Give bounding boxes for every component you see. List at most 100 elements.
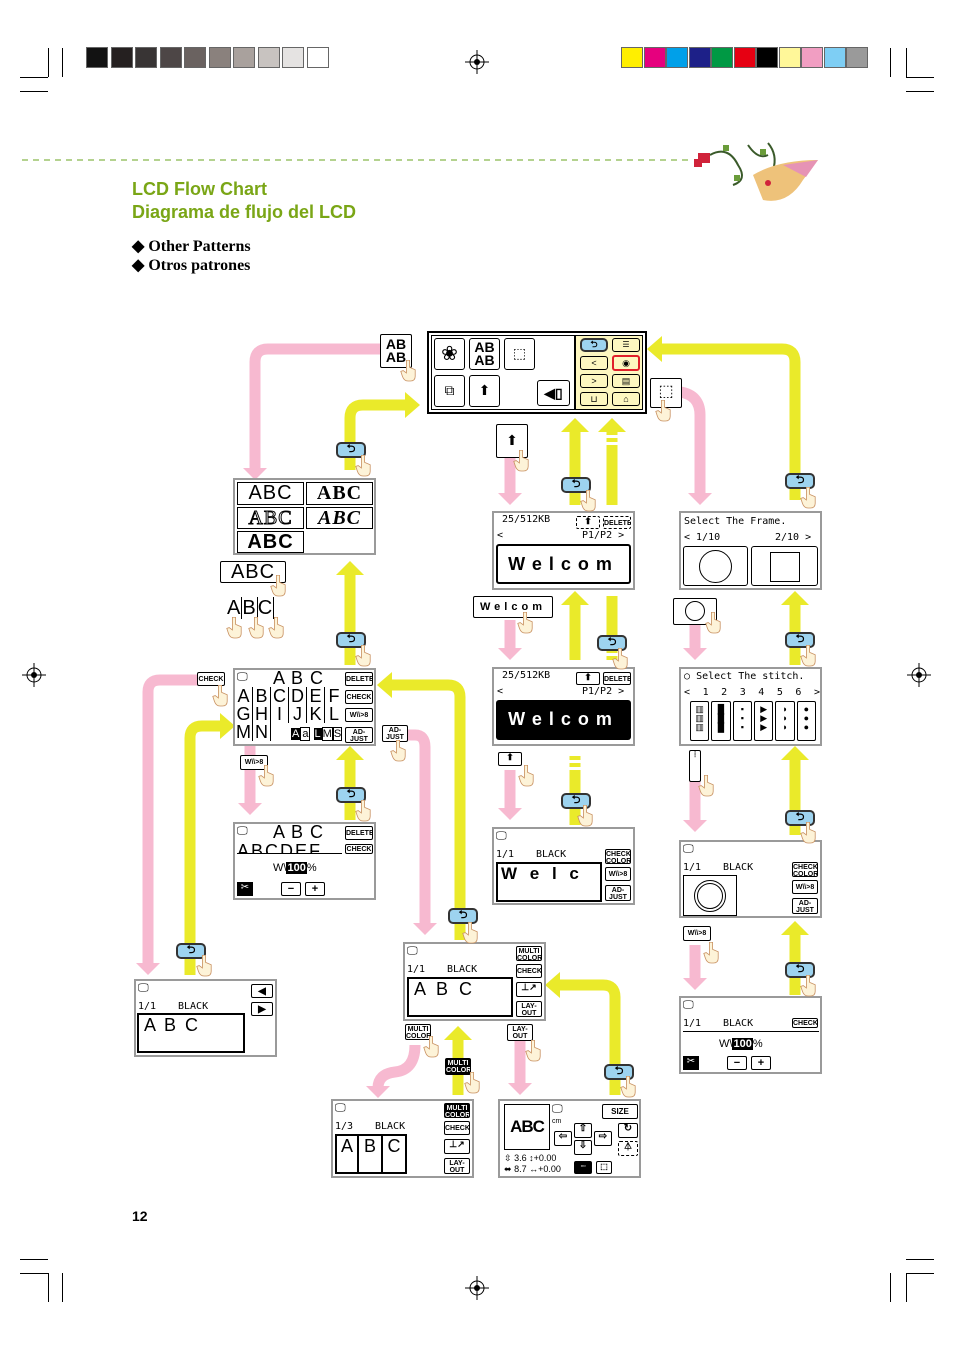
rotate-button[interactable]: ↻: [618, 1123, 638, 1138]
adjust-button[interactable]: AD-JUST: [605, 885, 631, 901]
font-option[interactable]: ABC: [237, 482, 304, 505]
previous-page[interactable]: <: [684, 687, 690, 698]
sewing-width-key[interactable]: W\\>8: [683, 926, 711, 941]
letter-key[interactable]: N: [253, 723, 271, 741]
size-layout-button[interactable]: SIZE: [602, 1104, 638, 1119]
document-icon[interactable]: ▤: [612, 374, 640, 388]
delete-button[interactable]: DELETE: [345, 826, 373, 840]
character-block[interactable]: C: [383, 1134, 407, 1174]
letter-key[interactable]: M: [235, 723, 253, 741]
adjust-button[interactable]: AD-JUST: [345, 727, 373, 743]
check-color-button[interactable]: CHECK COLOR: [605, 849, 631, 864]
letter-key[interactable]: C: [271, 687, 289, 705]
scissors-icon[interactable]: ✂: [683, 1056, 699, 1070]
letter-key[interactable]: B: [253, 687, 271, 705]
saved-pattern[interactable]: Welcom: [496, 544, 631, 584]
letter-key[interactable]: H: [253, 705, 271, 723]
sewing-width-button[interactable]: W\\>8: [792, 880, 818, 894]
next-page[interactable]: >: [814, 687, 820, 698]
lowercase-toggle[interactable]: a: [300, 727, 311, 741]
uppercase-toggle[interactable]: A: [291, 728, 301, 740]
layout-key[interactable]: LAY-OUT: [507, 1024, 533, 1041]
font-option[interactable]: ABC: [237, 507, 304, 529]
check-color-button[interactable]: CHECK COLOR: [792, 1018, 818, 1028]
trial-frame-toggle[interactable]: ▫▫: [574, 1161, 592, 1174]
move-up-button[interactable]: ⇧: [574, 1123, 592, 1138]
check-button[interactable]: CHECK: [345, 844, 373, 854]
delete-button[interactable]: DELETE: [603, 516, 631, 529]
frame-trace-button[interactable]: ⬚: [596, 1161, 612, 1174]
sewing-machine-icon[interactable]: ⌂: [612, 392, 640, 406]
letter-key[interactable]: I: [271, 705, 289, 723]
delete-button[interactable]: DELETE: [603, 672, 631, 685]
multi-color-button[interactable]: MULTI COLOR: [516, 946, 542, 961]
stitch-option[interactable]: ▥ ▥ ▥: [690, 701, 710, 741]
letter-key[interactable]: A: [235, 687, 253, 705]
check-key[interactable]: CHECK: [197, 672, 225, 686]
needle-mode-icon[interactable]: ⊥↗: [444, 1139, 470, 1154]
embroidery-unit-icon[interactable]: ⊔: [580, 392, 608, 406]
mirror-button[interactable]: ⏃: [618, 1141, 638, 1156]
previous-page[interactable]: <: [497, 686, 503, 697]
move-right-button[interactable]: ⇨: [594, 1131, 612, 1146]
size-large-toggle[interactable]: L: [313, 728, 322, 740]
zoom-plus-button[interactable]: +: [305, 882, 325, 896]
sewing-width-button[interactable]: W\\>8: [345, 708, 373, 722]
size-medium-toggle[interactable]: M: [321, 727, 333, 741]
letter-key[interactable]: E: [307, 687, 325, 705]
stitch-option[interactable]: █ █ █: [711, 701, 731, 741]
machine-help-icon[interactable]: ◉: [612, 355, 640, 371]
sewing-end-icon[interactable]: ◀▯: [537, 380, 570, 406]
left-arrow-button[interactable]: ◀: [251, 984, 273, 998]
size-small-toggle[interactable]: S: [332, 727, 343, 741]
check-button[interactable]: CHECK: [444, 1121, 470, 1135]
letter-key[interactable]: D: [289, 687, 307, 705]
character-block[interactable]: B: [359, 1134, 383, 1174]
check-button[interactable]: CHECK: [345, 690, 373, 704]
multi-color-button[interactable]: MULTI COLOR: [444, 1103, 470, 1118]
delete-button[interactable]: DELETE: [345, 672, 373, 686]
pocket-recall-key[interactable]: ⬆: [498, 752, 522, 766]
stitch-option[interactable]: ▪ ▪ ▪: [732, 701, 752, 741]
layout-button[interactable]: LAY-OUT: [516, 1001, 542, 1017]
stitch-option[interactable]: ● ● ●: [796, 701, 816, 741]
letter-key[interactable]: L: [325, 705, 343, 723]
frame-option-square[interactable]: [751, 546, 818, 586]
move-down-button[interactable]: ⇩: [574, 1140, 592, 1155]
right-arrow-button[interactable]: ▶: [251, 1002, 273, 1016]
previous-page[interactable]: <: [497, 530, 503, 541]
frame-page-right[interactable]: 2/10 >: [775, 532, 811, 543]
letter-key[interactable]: C: [256, 597, 275, 619]
sewing-width-button[interactable]: W\\>8: [605, 867, 631, 881]
letter-key[interactable]: G: [235, 705, 253, 723]
stitch-option[interactable]: ▶ ▶ ▶: [753, 701, 774, 741]
font-option[interactable]: ABC: [306, 482, 373, 505]
needle-mode-icon[interactable]: ⊥↗: [516, 982, 542, 997]
zoom-plus-button[interactable]: +: [751, 1056, 771, 1070]
memory-file-icon[interactable]: ⧉: [434, 375, 465, 407]
frame-pattern-icon[interactable]: ⬚: [504, 338, 535, 370]
pocket-save-icon[interactable]: ⬆: [576, 672, 600, 685]
character-block[interactable]: A: [335, 1134, 359, 1174]
font-option[interactable]: ABC: [237, 531, 304, 553]
letter-key[interactable]: J: [289, 705, 307, 723]
frame-option-circle[interactable]: [683, 546, 748, 586]
letter-key[interactable]: F: [325, 687, 343, 705]
embroidery-pattern-flower-icon[interactable]: ❀: [434, 338, 465, 370]
settings-icon[interactable]: ☰: [612, 338, 640, 352]
stitch-option[interactable]: ◗ ◗ ◗: [775, 701, 795, 741]
check-button[interactable]: CHECK: [516, 964, 542, 978]
letter-key[interactable]: K: [307, 705, 325, 723]
saved-pattern-key[interactable]: Welcom: [473, 596, 553, 618]
adjust-button[interactable]: AD-JUST: [792, 898, 818, 914]
zoom-minus-button[interactable]: −: [281, 882, 301, 896]
back-button[interactable]: ⮌: [580, 338, 608, 352]
previous-icon[interactable]: <: [580, 356, 608, 370]
scissors-icon[interactable]: ✂: [237, 882, 253, 896]
letter-key[interactable]: A: [227, 597, 241, 619]
letter-key[interactable]: B: [241, 597, 257, 619]
move-left-button[interactable]: ⇦: [554, 1131, 572, 1146]
font-option[interactable]: ABC: [306, 507, 373, 529]
next-icon[interactable]: >: [580, 374, 608, 388]
zoom-minus-button[interactable]: −: [727, 1056, 747, 1070]
